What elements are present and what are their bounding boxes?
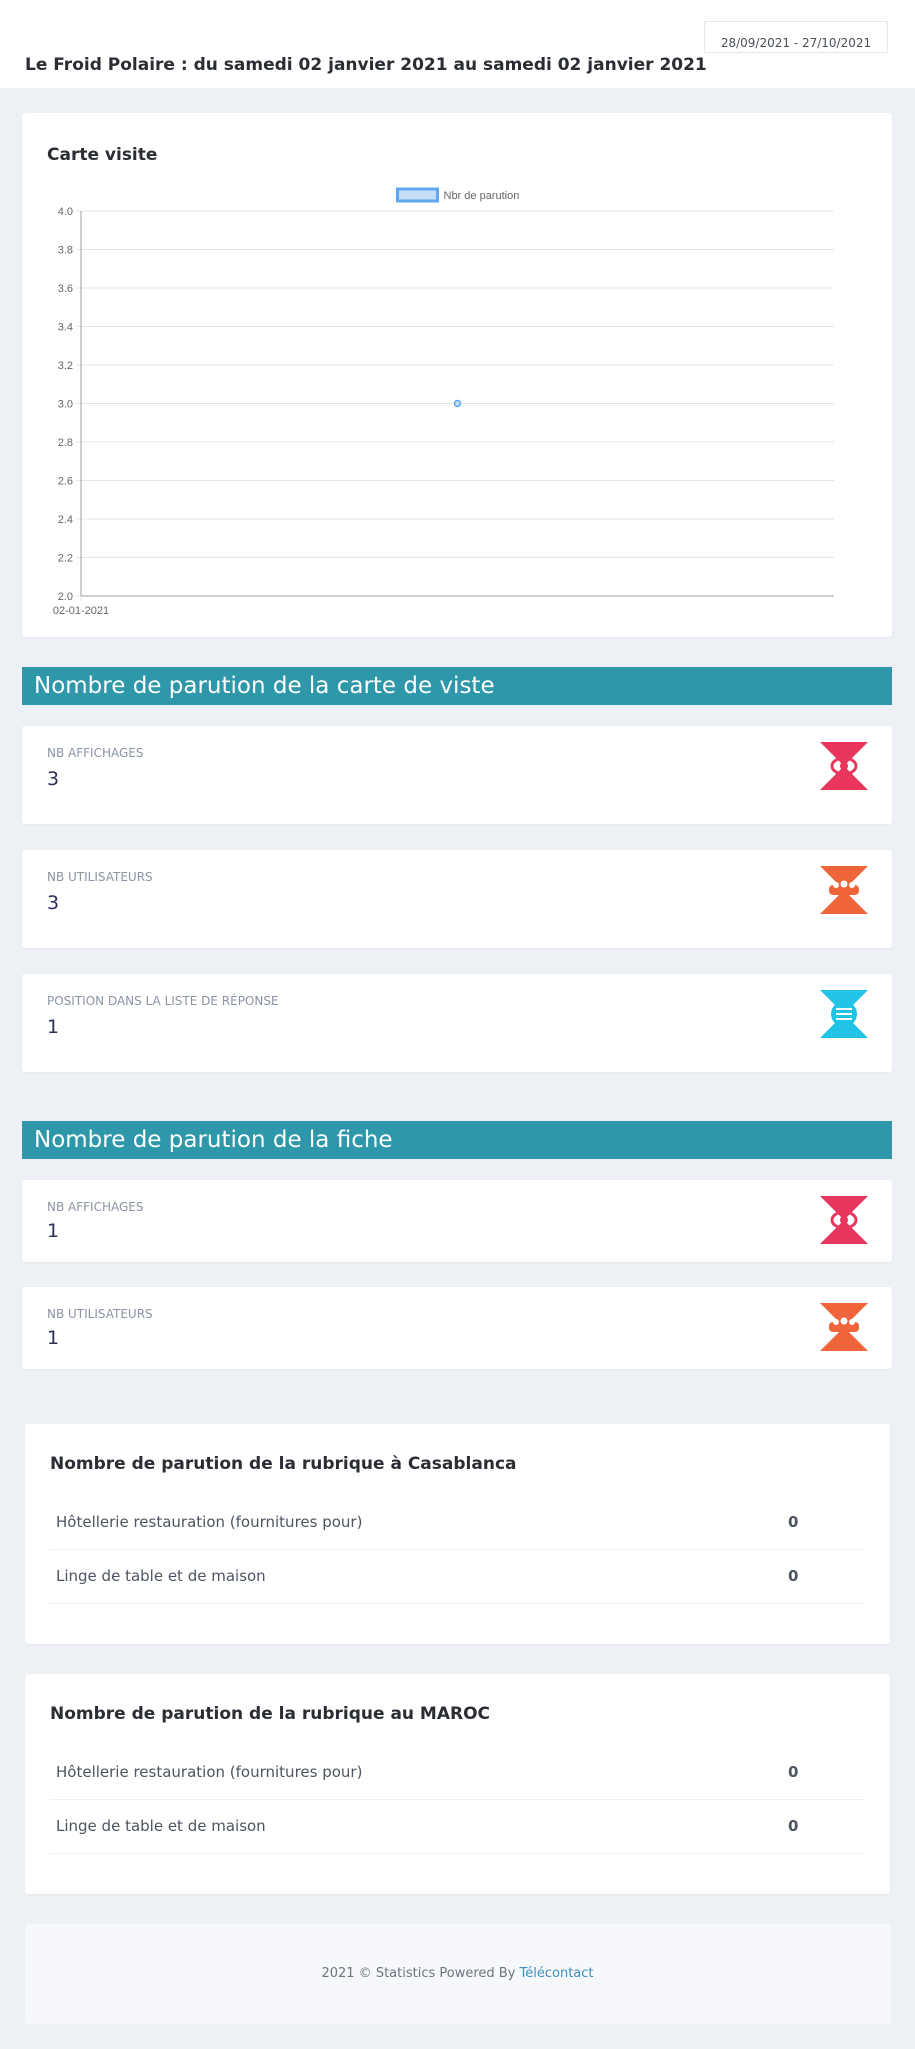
rubrique-name: Hôtellerie restauration (fournitures pou… xyxy=(56,1763,363,1781)
eye-icon xyxy=(820,742,868,790)
rubrique-count: 0 xyxy=(788,1763,799,1781)
stat-label: NB UTILISATEURS xyxy=(47,870,153,884)
footer-link[interactable]: Télécontact xyxy=(520,1966,594,1981)
page-title: Le Froid Polaire : du samedi 02 janvier … xyxy=(25,55,707,75)
stat-label: NB AFFICHAGES xyxy=(47,746,144,760)
y-tick-label: 3.2 xyxy=(58,360,73,372)
list-icon xyxy=(820,990,868,1038)
rubrique-casablanca-card: Nombre de parution de la rubrique à Casa… xyxy=(25,1424,890,1644)
stat-value: 1 xyxy=(47,1016,60,1038)
section-carte-title: Nombre de parution de la carte de viste xyxy=(22,667,892,705)
table-row: Linge de table et de maison 0 xyxy=(50,1550,865,1604)
line-chart: 4.0 3.8 3.6 3.4 3.2 3.0 2.8 2.6 2.4 2.2 2.0 02-01-2… xyxy=(53,187,834,617)
rubrique-name: Linge de table et de maison xyxy=(56,1817,266,1835)
page-header: 28/09/2021 - 27/10/2021 Le Froid Polaire… xyxy=(0,0,915,88)
chart-card: Carte visite 4.0 3.8 3.6 3.4 3.2 3.0 2.8 2.6 2.4… xyxy=(22,113,892,637)
stat-label: NB UTILISATEURS xyxy=(47,1307,153,1321)
stat-value: 3 xyxy=(47,892,60,914)
table-row: Linge de table et de maison 0 xyxy=(50,1800,865,1854)
stat-card-affichages: NB AFFICHAGES 3 xyxy=(22,726,892,824)
date-range-picker[interactable]: 28/09/2021 - 27/10/2021 xyxy=(704,21,888,53)
stat-card-position: POSITION DANS LA LISTE DE RÉPONSE 1 xyxy=(22,974,892,1072)
stat-value: 1 xyxy=(47,1220,60,1242)
rubrique-casablanca-title: Nombre de parution de la rubrique à Casa… xyxy=(50,1454,517,1474)
y-tick-label: 2.4 xyxy=(58,514,73,526)
stat-card-utilisateurs: NB UTILISATEURS 3 xyxy=(22,850,892,948)
footer-copyright: 2021 © Statistics Powered By xyxy=(321,1966,520,1981)
y-tick-label: 3.0 xyxy=(58,399,73,411)
y-tick-label: 2.0 xyxy=(58,591,73,603)
y-tick-label: 2.8 xyxy=(58,437,73,449)
x-tick-label: 02-01-2021 xyxy=(53,605,109,617)
table-row: Hôtellerie restauration (fournitures pou… xyxy=(50,1746,865,1800)
y-tick-label: 3.4 xyxy=(58,322,73,334)
footer: 2021 © Statistics Powered By Télécontact xyxy=(25,1924,890,2024)
rubrique-maroc-title: Nombre de parution de la rubrique au MAR… xyxy=(50,1704,491,1724)
stat-label: POSITION DANS LA LISTE DE RÉPONSE xyxy=(47,994,279,1008)
rubrique-count: 0 xyxy=(788,1567,799,1585)
y-tick-label: 3.6 xyxy=(58,283,73,295)
stat-value: 3 xyxy=(47,768,60,790)
rubrique-name: Hôtellerie restauration (fournitures pou… xyxy=(56,1513,363,1531)
rubrique-count: 0 xyxy=(788,1817,799,1835)
users-icon xyxy=(820,1303,868,1351)
stat-card-fiche-affichages: NB AFFICHAGES 1 xyxy=(22,1180,892,1262)
rubrique-count: 0 xyxy=(788,1513,799,1531)
y-tick-label: 2.2 xyxy=(58,553,73,565)
users-icon xyxy=(820,866,868,914)
rubrique-name: Linge de table et de maison xyxy=(56,1567,266,1585)
legend-label: Nbr de parution xyxy=(444,190,520,202)
y-tick-label: 2.6 xyxy=(58,476,73,488)
y-tick-label: 3.8 xyxy=(58,245,73,257)
section-fiche-title: Nombre de parution de la fiche xyxy=(22,1121,892,1159)
stat-label: NB AFFICHAGES xyxy=(47,1200,144,1214)
table-row: Hôtellerie restauration (fournitures pou… xyxy=(50,1496,865,1550)
eye-icon xyxy=(820,1196,868,1244)
stat-value: 1 xyxy=(47,1327,60,1349)
data-point xyxy=(453,399,462,408)
y-tick-label: 4.0 xyxy=(58,206,73,218)
legend-swatch xyxy=(396,187,439,203)
stat-card-fiche-utilisateurs: NB UTILISATEURS 1 xyxy=(22,1287,892,1369)
rubrique-maroc-card: Nombre de parution de la rubrique au MAR… xyxy=(25,1674,890,1894)
footer-text: 2021 © Statistics Powered By Télécontact xyxy=(25,1966,890,1981)
